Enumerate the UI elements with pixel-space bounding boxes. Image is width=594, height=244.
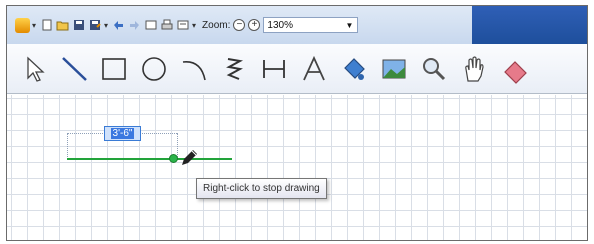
undo-icon[interactable] bbox=[112, 19, 125, 32]
fill-icon[interactable] bbox=[335, 50, 373, 88]
line-icon[interactable] bbox=[55, 50, 93, 88]
save-icon[interactable] bbox=[72, 19, 85, 32]
title-bar-band bbox=[472, 6, 587, 44]
line-endpoint-handle[interactable] bbox=[169, 154, 178, 163]
text-icon[interactable] bbox=[295, 50, 333, 88]
arc-icon[interactable] bbox=[175, 50, 213, 88]
dimension-guide bbox=[67, 133, 68, 157]
dimension-guide bbox=[177, 133, 178, 157]
drawing-canvas[interactable]: 3'-6" Right-click to stop drawing bbox=[7, 95, 587, 240]
print-preview-icon[interactable] bbox=[176, 19, 189, 32]
rectangle-icon[interactable] bbox=[95, 50, 133, 88]
zoom-magnifier-icon[interactable] bbox=[415, 50, 453, 88]
dimension-value: 3'-6" bbox=[110, 128, 135, 139]
drawing-tools-toolbar bbox=[7, 44, 587, 94]
zoom-label: Zoom: bbox=[202, 19, 231, 31]
app-icon[interactable] bbox=[15, 17, 30, 33]
app-menu-arrow-icon[interactable]: ▾ bbox=[32, 21, 36, 30]
zoom-value: 130% bbox=[267, 19, 293, 31]
save-dropdown-arrow-icon[interactable]: ▾ bbox=[104, 21, 108, 30]
save-as-icon[interactable] bbox=[88, 19, 101, 32]
select-arrow-icon[interactable] bbox=[15, 50, 53, 88]
ellipse-icon[interactable] bbox=[135, 50, 173, 88]
page-setup-icon[interactable] bbox=[144, 19, 157, 32]
chevron-down-icon: ▼ bbox=[345, 20, 354, 30]
dimension-icon[interactable] bbox=[255, 50, 293, 88]
toolbar-overflow-arrow-icon[interactable]: ▾ bbox=[192, 21, 196, 30]
tooltip-text: Right-click to stop drawing bbox=[203, 183, 320, 194]
print-icon[interactable] bbox=[160, 19, 173, 32]
new-icon[interactable] bbox=[40, 19, 53, 32]
open-icon[interactable] bbox=[56, 19, 69, 32]
image-icon[interactable] bbox=[375, 50, 413, 88]
eraser-icon[interactable] bbox=[495, 50, 533, 88]
drawn-line[interactable] bbox=[67, 158, 232, 160]
freehand-icon[interactable] bbox=[215, 50, 253, 88]
redo-icon[interactable] bbox=[128, 19, 141, 32]
zoom-out-button[interactable]: − bbox=[233, 19, 246, 31]
pan-hand-icon[interactable] bbox=[455, 50, 493, 88]
zoom-in-button[interactable]: + bbox=[248, 19, 261, 31]
dimension-label[interactable]: 3'-6" bbox=[104, 126, 141, 141]
pencil-cursor-icon bbox=[180, 147, 200, 172]
zoom-select[interactable]: 130% ▼ bbox=[263, 17, 359, 33]
app-window: ▾ ▾ ▾ Zoom: − + 130% ▼ 3'-6" Right-click… bbox=[6, 5, 588, 241]
drawing-tooltip: Right-click to stop drawing bbox=[196, 178, 327, 199]
quick-access-toolbar: ▾ ▾ ▾ Zoom: − + 130% ▼ bbox=[7, 6, 587, 44]
